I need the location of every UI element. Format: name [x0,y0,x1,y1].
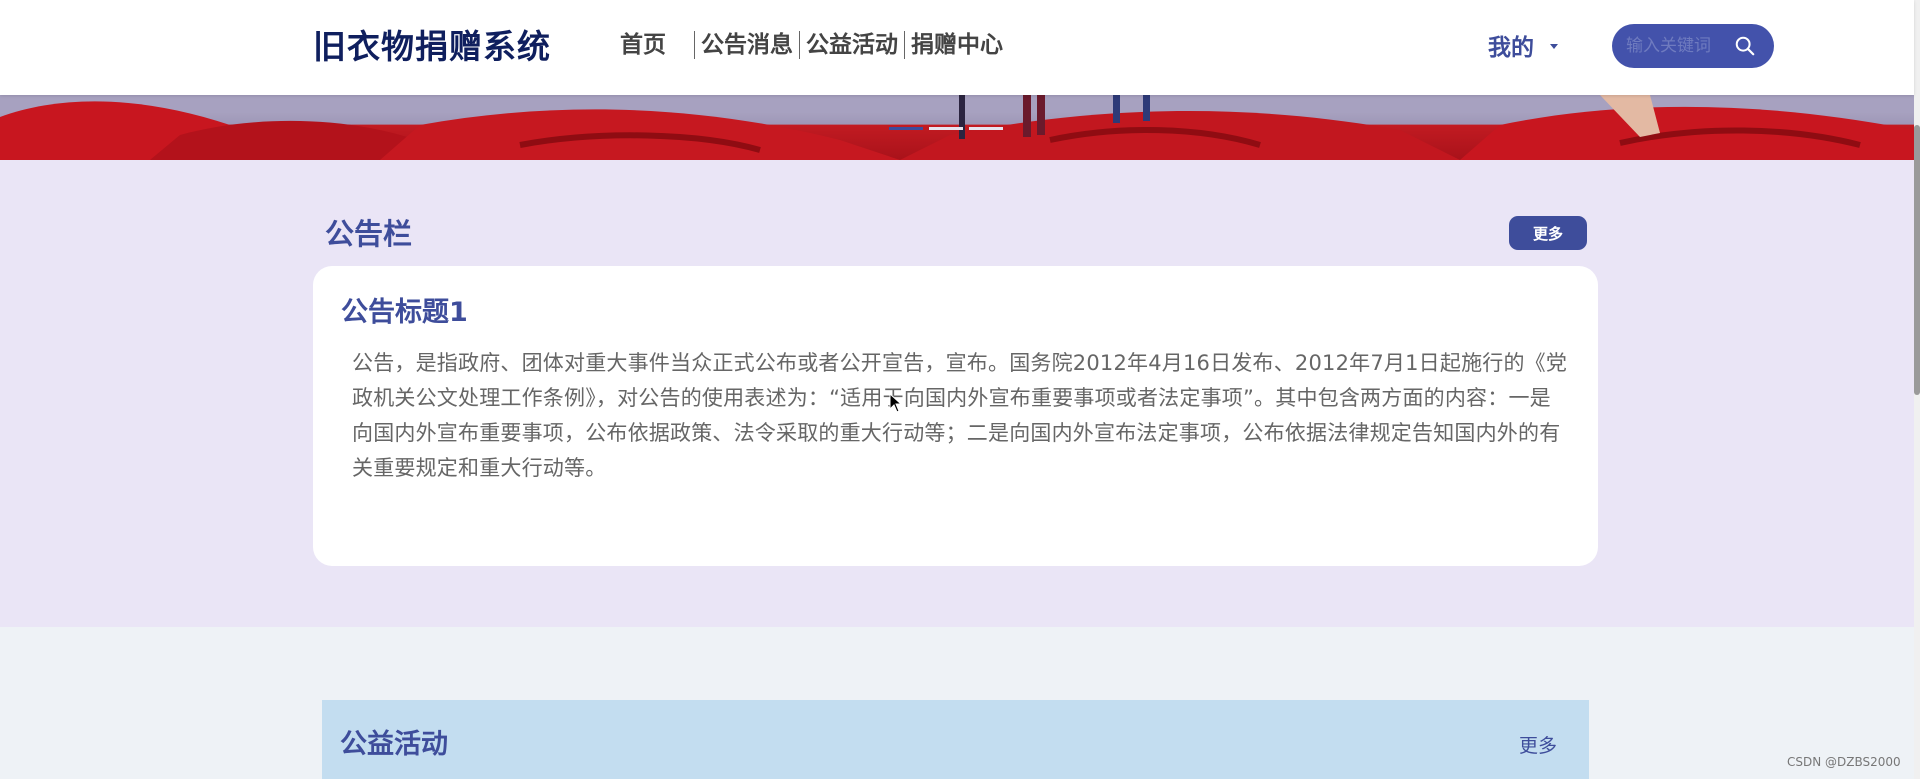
carousel-dot[interactable] [969,127,1003,130]
user-menu-label: 我的 [1488,35,1534,61]
activity-more-link[interactable]: 更多 [1519,731,1557,758]
search-icon[interactable] [1734,35,1756,57]
notice-section-title: 公告栏 [325,217,413,251]
activity-section-header: 公益活动 更多 [322,700,1589,779]
carousel-dot[interactable] [929,127,963,130]
top-header: 旧衣物捐赠系统 首页 公告消息 公益活动 捐赠中心 我的 [0,0,1914,95]
site-logo[interactable]: 旧衣物捐赠系统 [313,20,551,68]
banner-carousel[interactable] [0,95,1914,160]
notice-card-body: 公告，是指政府、团体对重大事件当众正式公布或者公开宣告，宣布。国务院2012年4… [352,351,1568,480]
user-menu-dropdown[interactable]: 我的 [1488,28,1558,62]
page-scrollbar[interactable] [1914,0,1920,779]
nav-home[interactable]: 首页 [620,31,694,59]
carousel-indicators [889,127,1003,130]
scrollbar-thumb[interactable] [1914,125,1920,395]
notice-more-button[interactable]: 更多 [1509,216,1587,250]
caret-down-icon [1550,44,1558,49]
nav-activities[interactable]: 公益活动 [799,31,904,59]
watermark-text: CSDN @DZBS2000 [1787,755,1901,769]
nav-announcements[interactable]: 公告消息 [694,31,799,59]
main-nav: 首页 公告消息 公益活动 捐赠中心 [620,28,1009,62]
notice-card[interactable]: 公告标题1 公告，是指政府、团体对重大事件当众正式公布或者公开宣告，宣布。国务院… [313,266,1598,566]
search-input[interactable] [1626,36,1738,56]
search-box [1612,24,1774,68]
mouse-cursor-icon [889,393,903,413]
notice-card-title[interactable]: 公告标题1 [341,290,468,329]
nav-donation-center[interactable]: 捐赠中心 [904,31,1009,59]
carousel-dot[interactable] [889,127,923,130]
activity-section-title: 公益活动 [340,729,448,760]
notice-section: 公告栏 更多 公告标题1 公告，是指政府、团体对重大事件当众正式公布或者公开宣告… [0,160,1914,627]
